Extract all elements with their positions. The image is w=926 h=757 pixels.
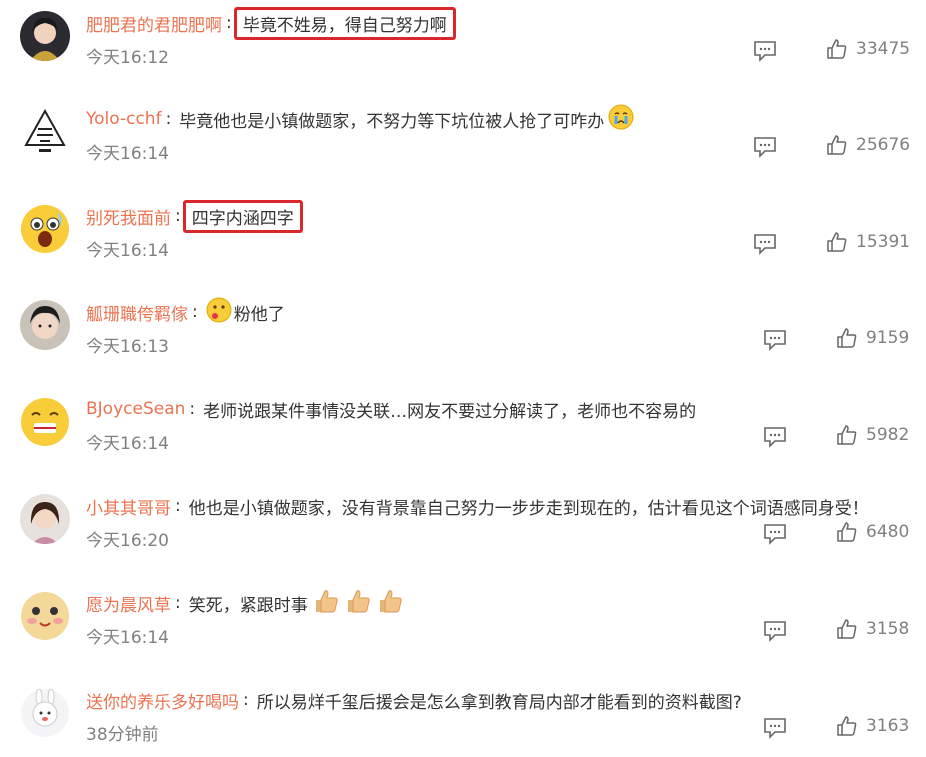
like-button[interactable]: 15391 bbox=[826, 231, 910, 253]
timestamp: 今天16:14 bbox=[86, 241, 169, 261]
like-count: 33475 bbox=[856, 39, 911, 59]
comment-text: 粉他了 bbox=[233, 304, 285, 325]
avatar[interactable] bbox=[20, 107, 70, 157]
username-link[interactable]: 别死我面前 bbox=[86, 204, 171, 229]
comment-text: 笑死，紧跟时事 bbox=[188, 595, 308, 616]
thumbs-up-icon bbox=[837, 716, 857, 736]
colon: : bbox=[243, 690, 249, 710]
thumbs-up-icon bbox=[837, 328, 857, 348]
comment-text: 他也是小镇做题家，没有背景靠自己努力一步步走到现在的，估计看见这个词语感同身受！ bbox=[188, 498, 869, 519]
reply-icon[interactable] bbox=[763, 620, 787, 642]
timestamp: 今天16:14 bbox=[86, 434, 169, 454]
thumbs-up-emoji-icon bbox=[344, 588, 372, 619]
comment-line: 小其其哥哥 : 他也是小镇做题家，没有背景靠自己努力一步步走到现在的，估计看见这… bbox=[86, 491, 869, 521]
like-count: 3163 bbox=[866, 716, 910, 736]
avatar[interactable] bbox=[20, 300, 70, 350]
comment-line: BJoyceSean : 老师说跟某件事情没关联…网友不要过分解读了，老师也不容… bbox=[86, 394, 696, 424]
username-link[interactable]: 觚珊職侉羁傢 bbox=[86, 300, 188, 325]
crying-emoji-icon bbox=[608, 104, 634, 135]
reply-icon[interactable] bbox=[753, 40, 777, 62]
like-button[interactable]: 3158 bbox=[836, 618, 909, 640]
colon: : bbox=[175, 593, 181, 613]
comment-text: 毕竟不姓易，得自己努力啊 bbox=[233, 6, 456, 40]
avatar[interactable] bbox=[20, 688, 70, 738]
like-button[interactable]: 5982 bbox=[836, 424, 909, 446]
thumbs-up-icon bbox=[837, 522, 857, 542]
comment-text: 所以易烊千玺后援会是怎么拿到教育局内部才能看到的资料截图? bbox=[256, 692, 742, 713]
comment-text: 老师说跟某件事情没关联…网友不要过分解读了，老师也不容易的 bbox=[203, 401, 697, 422]
username-link[interactable]: 肥肥君的君肥肥啊 bbox=[86, 11, 222, 36]
timestamp: 今天16:12 bbox=[86, 48, 169, 68]
like-count: 6480 bbox=[866, 522, 910, 542]
timestamp: 今天16:13 bbox=[86, 337, 169, 357]
thumbs-up-icon bbox=[837, 619, 857, 639]
reply-icon[interactable] bbox=[763, 717, 787, 739]
like-button[interactable]: 33475 bbox=[826, 38, 910, 60]
colon: : bbox=[192, 302, 198, 322]
colon: : bbox=[175, 496, 181, 516]
comment-line: 肥肥君的君肥肥啊 : 毕竟不姓易，得自己努力啊 bbox=[86, 6, 456, 40]
like-button[interactable]: 3163 bbox=[836, 715, 909, 737]
like-button[interactable]: 25676 bbox=[826, 134, 910, 156]
thumbs-up-icon bbox=[827, 135, 847, 155]
comment-line: 觚珊職侉羁傢 : 粉他了 bbox=[86, 297, 285, 327]
username-link[interactable]: 小其其哥哥 bbox=[86, 494, 171, 519]
reply-icon[interactable] bbox=[763, 426, 787, 448]
like-count: 15391 bbox=[856, 232, 911, 252]
timestamp: 今天16:14 bbox=[86, 628, 169, 648]
username-link[interactable]: 送你的养乐多好喝吗 bbox=[86, 688, 239, 713]
comment-text: 四字内涵四字 bbox=[182, 199, 303, 233]
reply-icon[interactable] bbox=[763, 523, 787, 545]
timestamp: 今天16:14 bbox=[86, 144, 169, 164]
avatar[interactable] bbox=[20, 591, 70, 641]
colon: : bbox=[189, 399, 196, 419]
like-count: 25676 bbox=[856, 135, 911, 155]
reply-icon[interactable] bbox=[763, 329, 787, 351]
like-button[interactable]: 9159 bbox=[836, 327, 909, 349]
username-link[interactable]: 愿为晨风草 bbox=[86, 591, 171, 616]
avatar[interactable] bbox=[20, 397, 70, 447]
comment-line: 别死我面前 : 四字内涵四字 bbox=[86, 199, 303, 233]
thumbs-up-icon bbox=[837, 425, 857, 445]
like-count: 9159 bbox=[866, 328, 910, 348]
like-button[interactable]: 6480 bbox=[836, 521, 909, 543]
thumbs-up-emoji-icon bbox=[312, 588, 340, 619]
like-count: 3158 bbox=[866, 619, 910, 639]
comment-text: 毕竟他也是小镇做题家，不努力等下坑位被人抢了可咋办 bbox=[179, 111, 605, 132]
comment-line: Yolo-cchf : 毕竟他也是小镇做题家，不努力等下坑位被人抢了可咋办 bbox=[86, 104, 634, 134]
thumbs-up-icon bbox=[827, 232, 847, 252]
reply-icon[interactable] bbox=[753, 136, 777, 158]
thumbs-up-emoji-icon bbox=[376, 588, 404, 619]
comment-line: 送你的养乐多好喝吗 : 所以易烊千玺后援会是怎么拿到教育局内部才能看到的资料截图… bbox=[86, 685, 742, 715]
reply-icon[interactable] bbox=[753, 233, 777, 255]
avatar[interactable] bbox=[20, 494, 70, 544]
like-count: 5982 bbox=[866, 425, 910, 445]
username-link[interactable]: BJoyceSean bbox=[86, 399, 185, 419]
colon: : bbox=[165, 109, 172, 129]
kiss-emoji-icon bbox=[206, 297, 232, 328]
comment-line: 愿为晨风草 : 笑死，紧跟时事 bbox=[86, 588, 404, 618]
username-link[interactable]: Yolo-cchf bbox=[86, 109, 162, 129]
thumbs-up-icon bbox=[827, 39, 847, 59]
avatar[interactable] bbox=[20, 204, 70, 254]
avatar[interactable] bbox=[20, 11, 70, 61]
timestamp: 38分钟前 bbox=[86, 725, 159, 745]
timestamp: 今天16:20 bbox=[86, 531, 169, 551]
